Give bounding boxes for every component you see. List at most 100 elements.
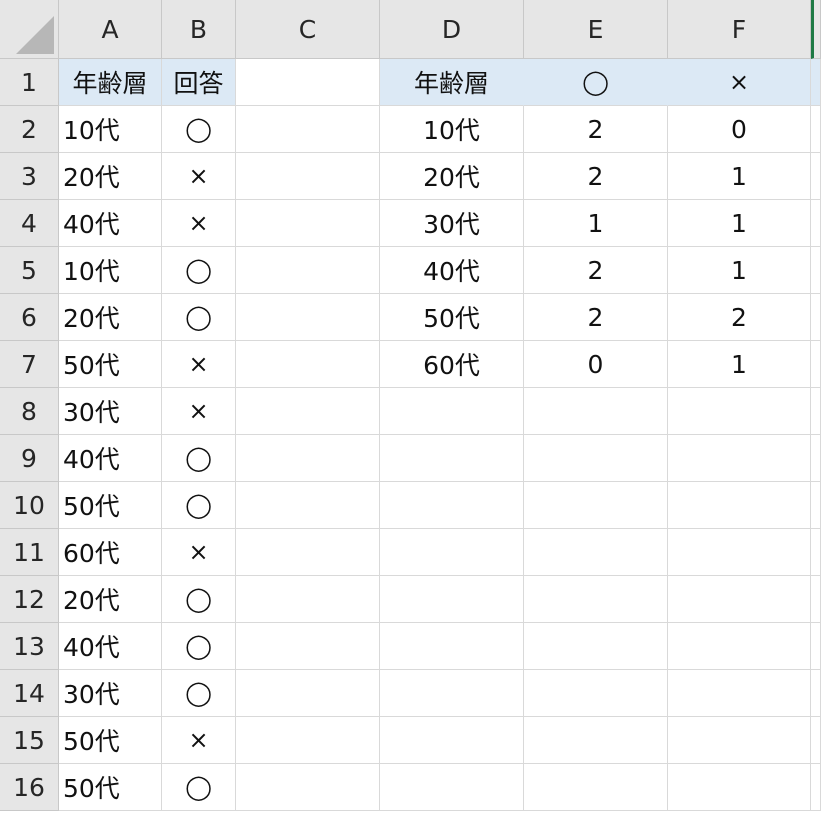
cell-f4[interactable]: 1 <box>668 200 811 247</box>
cell-e11[interactable] <box>524 529 668 576</box>
cell-partial-column[interactable] <box>811 153 821 200</box>
cell-b6[interactable]: ◯ <box>162 294 236 341</box>
row-header-13[interactable]: 13 <box>0 623 59 670</box>
row-header-14[interactable]: 14 <box>0 670 59 717</box>
cell-d15[interactable] <box>380 717 524 764</box>
cell-e2[interactable]: 2 <box>524 106 668 153</box>
cell-f15[interactable] <box>668 717 811 764</box>
cell-a4[interactable]: 40代 <box>59 200 162 247</box>
row-header-3[interactable]: 3 <box>0 153 59 200</box>
cell-a15[interactable]: 50代 <box>59 717 162 764</box>
cell-f13[interactable] <box>668 623 811 670</box>
column-header-d[interactable]: D <box>380 0 524 59</box>
cell-c12[interactable] <box>236 576 380 623</box>
cell-d10[interactable] <box>380 482 524 529</box>
cell-f9[interactable] <box>668 435 811 482</box>
row-header-12[interactable]: 12 <box>0 576 59 623</box>
cell-d6[interactable]: 50代 <box>380 294 524 341</box>
cell-a12[interactable]: 20代 <box>59 576 162 623</box>
cell-f8[interactable] <box>668 388 811 435</box>
cell-d3[interactable]: 20代 <box>380 153 524 200</box>
cell-a14[interactable]: 30代 <box>59 670 162 717</box>
cell-b2[interactable]: ◯ <box>162 106 236 153</box>
cell-a3[interactable]: 20代 <box>59 153 162 200</box>
row-header-9[interactable]: 9 <box>0 435 59 482</box>
cell-partial-column[interactable] <box>811 576 821 623</box>
cell-e14[interactable] <box>524 670 668 717</box>
cell-e8[interactable] <box>524 388 668 435</box>
cell-d16[interactable] <box>380 764 524 811</box>
cell-partial-column[interactable] <box>811 623 821 670</box>
select-all-button[interactable] <box>0 0 59 59</box>
cell-d8[interactable] <box>380 388 524 435</box>
cell-d5[interactable]: 40代 <box>380 247 524 294</box>
cell-partial-column[interactable] <box>811 435 821 482</box>
cell-e5[interactable]: 2 <box>524 247 668 294</box>
cell-c4[interactable] <box>236 200 380 247</box>
cell-f6[interactable]: 2 <box>668 294 811 341</box>
cell-b16[interactable]: ◯ <box>162 764 236 811</box>
cell-d1[interactable]: 年齢層 <box>380 59 524 106</box>
row-header-8[interactable]: 8 <box>0 388 59 435</box>
cell-partial-column[interactable] <box>811 247 821 294</box>
cell-partial-column[interactable] <box>811 764 821 811</box>
column-header-e[interactable]: E <box>524 0 668 59</box>
row-header-6[interactable]: 6 <box>0 294 59 341</box>
cell-partial-column[interactable] <box>811 717 821 764</box>
cell-c2[interactable] <box>236 106 380 153</box>
cell-a7[interactable]: 50代 <box>59 341 162 388</box>
cell-f16[interactable] <box>668 764 811 811</box>
cell-a1[interactable]: 年齢層 <box>59 59 162 106</box>
cell-e16[interactable] <box>524 764 668 811</box>
cell-a9[interactable]: 40代 <box>59 435 162 482</box>
cell-c8[interactable] <box>236 388 380 435</box>
cell-c3[interactable] <box>236 153 380 200</box>
cell-e7[interactable]: 0 <box>524 341 668 388</box>
cell-a6[interactable]: 20代 <box>59 294 162 341</box>
cell-f5[interactable]: 1 <box>668 247 811 294</box>
cell-d12[interactable] <box>380 576 524 623</box>
row-header-10[interactable]: 10 <box>0 482 59 529</box>
row-header-2[interactable]: 2 <box>0 106 59 153</box>
cell-partial-column[interactable] <box>811 670 821 717</box>
cell-a10[interactable]: 50代 <box>59 482 162 529</box>
cell-b5[interactable]: ◯ <box>162 247 236 294</box>
column-header-a[interactable]: A <box>59 0 162 59</box>
cell-b1[interactable]: 回答 <box>162 59 236 106</box>
cell-d9[interactable] <box>380 435 524 482</box>
cell-f14[interactable] <box>668 670 811 717</box>
cell-c6[interactable] <box>236 294 380 341</box>
cell-partial-column[interactable] <box>811 200 821 247</box>
cell-partial-column[interactable] <box>811 106 821 153</box>
cell-f12[interactable] <box>668 576 811 623</box>
cell-partial-column[interactable] <box>811 341 821 388</box>
cell-f3[interactable]: 1 <box>668 153 811 200</box>
cell-a16[interactable]: 50代 <box>59 764 162 811</box>
cell-b4[interactable]: × <box>162 200 236 247</box>
cell-e6[interactable]: 2 <box>524 294 668 341</box>
column-header-c[interactable]: C <box>236 0 380 59</box>
cell-c5[interactable] <box>236 247 380 294</box>
cell-e15[interactable] <box>524 717 668 764</box>
cell-f1[interactable]: × <box>668 59 811 106</box>
cell-e3[interactable]: 2 <box>524 153 668 200</box>
row-header-16[interactable]: 16 <box>0 764 59 811</box>
cell-b15[interactable]: × <box>162 717 236 764</box>
cell-c14[interactable] <box>236 670 380 717</box>
cell-e13[interactable] <box>524 623 668 670</box>
cell-f10[interactable] <box>668 482 811 529</box>
cell-d11[interactable] <box>380 529 524 576</box>
cell-a11[interactable]: 60代 <box>59 529 162 576</box>
cell-c1[interactable] <box>236 59 380 106</box>
cell-b9[interactable]: ◯ <box>162 435 236 482</box>
column-header-partial[interactable] <box>811 0 821 59</box>
cell-e10[interactable] <box>524 482 668 529</box>
cell-c10[interactable] <box>236 482 380 529</box>
column-header-b[interactable]: B <box>162 0 236 59</box>
cell-f11[interactable] <box>668 529 811 576</box>
cell-d7[interactable]: 60代 <box>380 341 524 388</box>
cell-c13[interactable] <box>236 623 380 670</box>
cell-b14[interactable]: ◯ <box>162 670 236 717</box>
cell-e1[interactable]: ◯ <box>524 59 668 106</box>
cell-c7[interactable] <box>236 341 380 388</box>
